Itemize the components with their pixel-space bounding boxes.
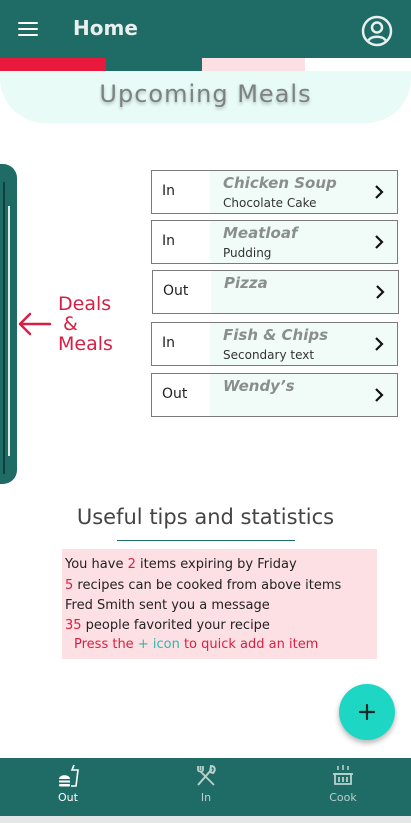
quick-add-button[interactable]: [339, 684, 395, 740]
meal-detail: Secondary text: [223, 348, 315, 362]
meal-name: Chicken Soup: [223, 174, 337, 192]
tip-recipes[interactable]: 5 recipes can be cooked from above items: [65, 578, 341, 593]
header-stripe-pink: [202, 58, 305, 71]
hint-accent: + icon: [137, 637, 180, 652]
header-stripe-teal: [106, 58, 202, 71]
plus-icon: [358, 703, 376, 721]
tip-text: You have: [65, 557, 128, 572]
tip-count: 2: [127, 557, 136, 572]
meal-type: Out: [162, 386, 188, 402]
deals-and-meals-label[interactable]: Deals & Meals: [58, 294, 113, 354]
meal-card[interactable]: Out Wendy’s: [151, 373, 398, 417]
meal-type: In: [162, 233, 176, 249]
meal-name: Fish & Chips: [223, 326, 329, 344]
meal-name: Meatloaf: [223, 224, 298, 242]
meal-type: Out: [163, 283, 189, 299]
hint-text: Press the: [74, 637, 138, 652]
deals-label-line3: Meals: [58, 333, 113, 355]
drawer-rail-highlight: [8, 206, 10, 456]
meal-name: Pizza: [224, 274, 268, 292]
chevron-right-icon: [375, 388, 384, 402]
header-stripe-red: [0, 58, 106, 71]
meal-card[interactable]: In Fish & Chips Secondary text: [151, 322, 398, 366]
meal-detail: Chocolate Cake: [223, 196, 317, 210]
account-circle-icon[interactable]: [361, 15, 393, 47]
nav-item-cook[interactable]: Cook: [308, 758, 378, 816]
arrow-left-icon: [18, 312, 52, 336]
meal-card[interactable]: In Chicken Soup Chocolate Cake: [151, 170, 398, 214]
quick-add-hint: Press the + icon to quick add an item: [74, 637, 318, 652]
fastfood-icon: [59, 764, 79, 787]
tip-expiring[interactable]: You have 2 items expiring by Friday: [65, 557, 297, 572]
nav-label: Out: [58, 791, 78, 804]
chevron-right-icon: [375, 185, 384, 199]
tip-favorites[interactable]: 35 people favorited your recipe: [65, 618, 270, 633]
cooker-icon: [333, 765, 353, 785]
nav-label: Cook: [329, 791, 357, 804]
menu-icon[interactable]: [16, 17, 40, 41]
nav-label: In: [200, 791, 212, 804]
app-bar: Home: [0, 0, 411, 58]
deals-label-line2: &: [63, 313, 78, 335]
system-nav-bar: [0, 816, 411, 823]
chevron-right-icon: [376, 285, 385, 299]
chevron-right-icon: [375, 235, 384, 249]
tips-divider: [117, 540, 295, 541]
meal-type: In: [162, 335, 176, 351]
meal-name: Wendy’s: [223, 377, 295, 395]
restaurant-icon: [197, 764, 216, 786]
tips-panel: You have 2 items expiring by Friday 5 re…: [62, 549, 377, 659]
nav-item-out[interactable]: Out: [33, 758, 103, 816]
bottom-navigation: Out In Cook: [0, 758, 411, 816]
tips-title: Useful tips and statistics: [76, 505, 335, 529]
hint-text: to quick add an item: [179, 637, 319, 652]
chevron-right-icon: [375, 337, 384, 351]
drawer-rail: [3, 182, 5, 474]
tip-count: 35: [65, 618, 82, 633]
tip-text: people favorited your recipe: [81, 618, 270, 633]
meal-detail: Pudding: [223, 246, 272, 260]
deals-label-line1: Deals: [58, 293, 112, 315]
meal-type: In: [162, 183, 176, 199]
page-title: Home: [73, 16, 138, 40]
deals-drawer-handle[interactable]: [0, 164, 17, 484]
tip-text: items expiring by Friday: [135, 557, 297, 572]
tip-text: recipes can be cooked from above items: [73, 578, 342, 593]
nav-item-in[interactable]: In: [171, 758, 241, 816]
upcoming-meals-title: Upcoming Meals: [99, 80, 312, 108]
meal-card[interactable]: In Meatloaf Pudding: [151, 220, 398, 264]
tip-message[interactable]: Fred Smith sent you a message: [65, 598, 270, 613]
meal-card[interactable]: Out Pizza: [152, 270, 399, 314]
